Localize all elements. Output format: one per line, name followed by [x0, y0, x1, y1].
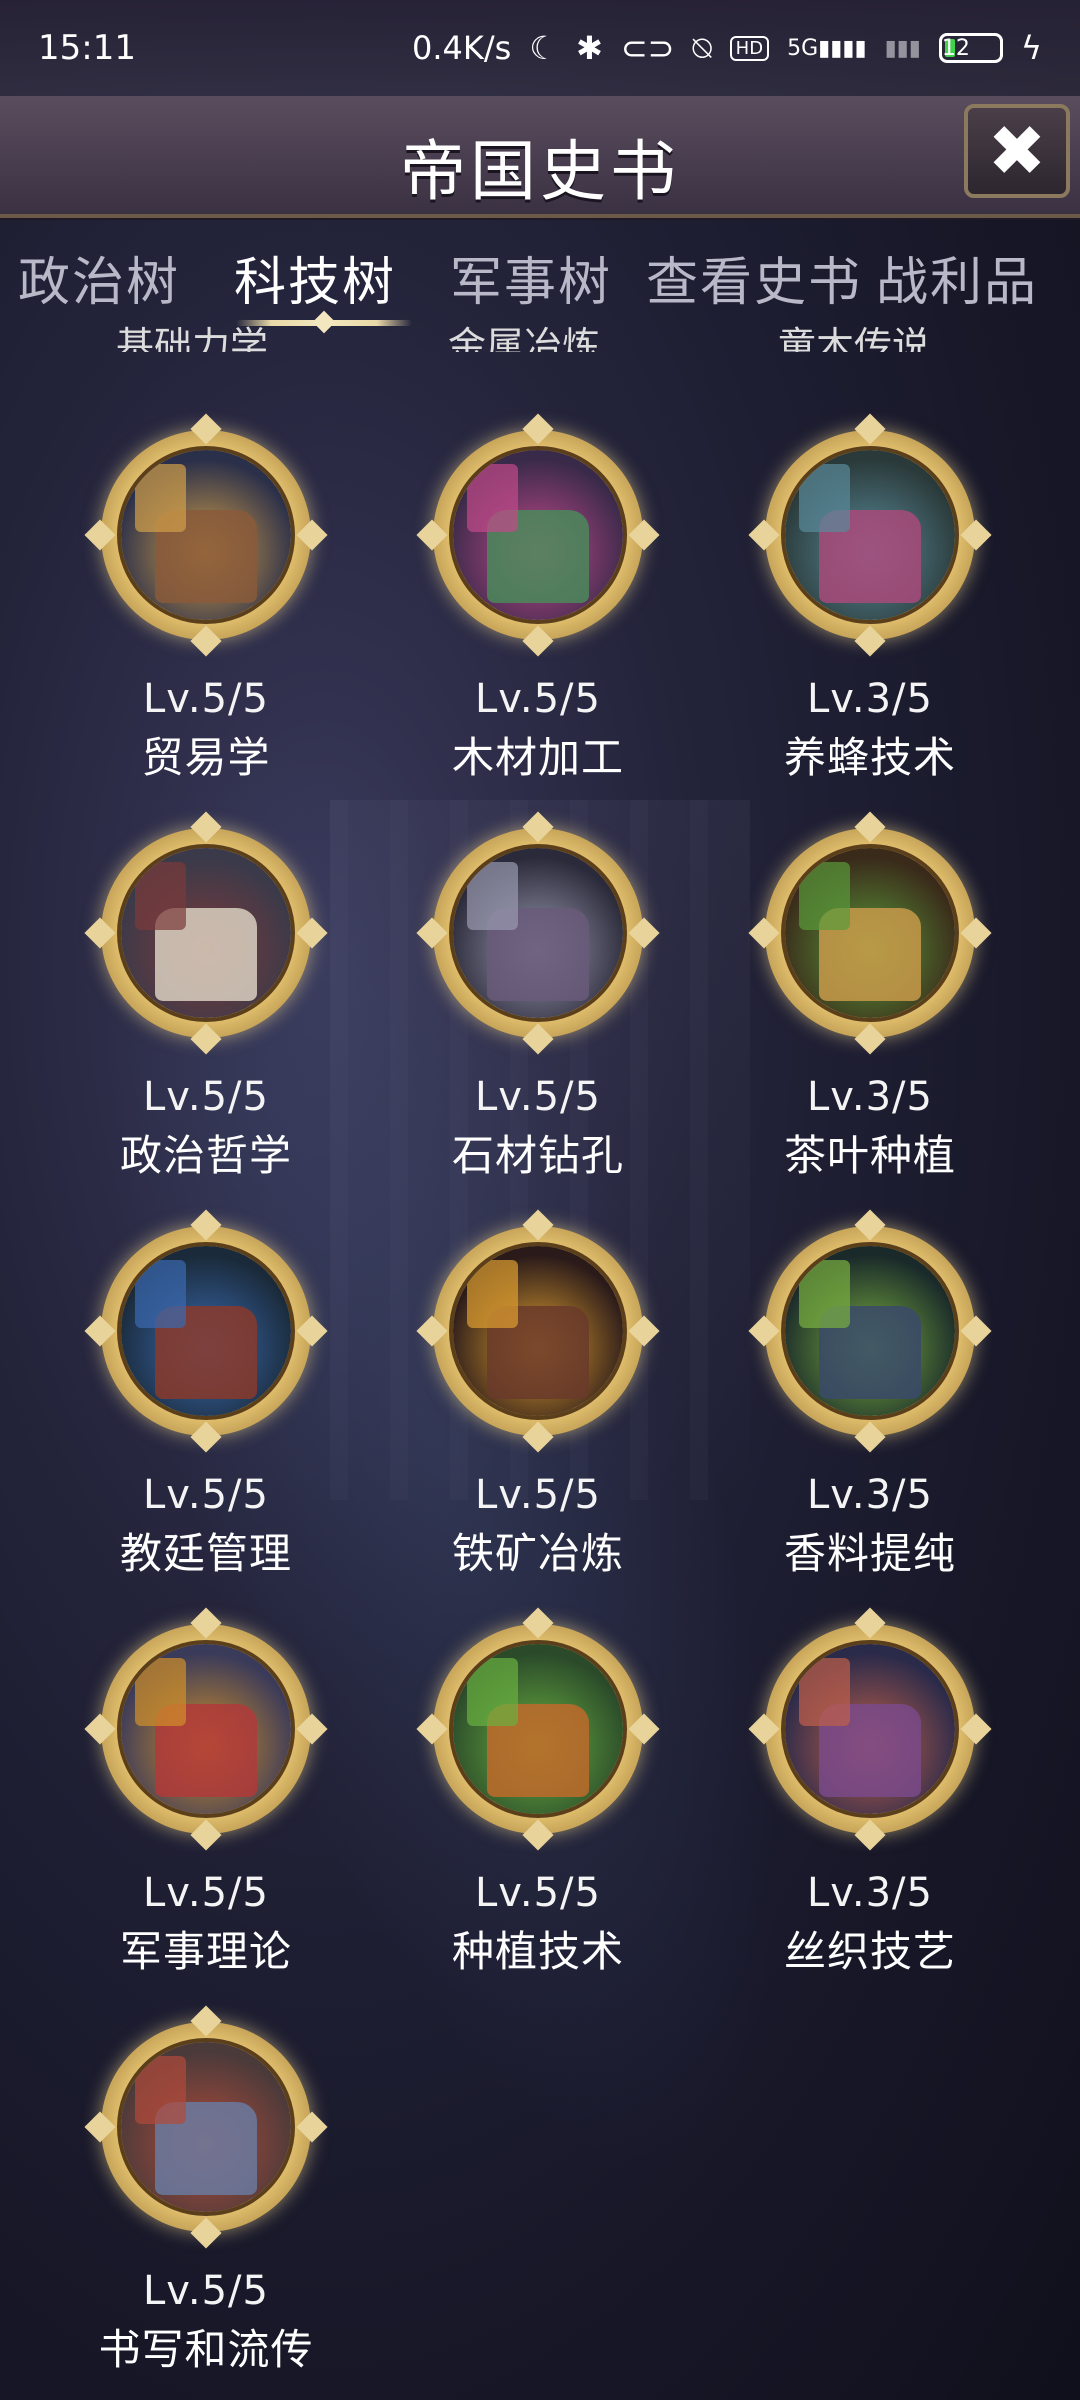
tab-view-history[interactable]: 查看史书 [646, 240, 862, 315]
skill-icon[interactable] [748, 1607, 992, 1851]
skill-icon[interactable] [84, 413, 328, 657]
charging-icon: ϟ [1020, 29, 1042, 67]
battery-icon: 12 [938, 33, 1003, 63]
skill-name: 军事理论 [119, 1927, 292, 1976]
skill-name: 石材钻孔 [451, 1131, 624, 1180]
skill-name: 养蜂技术 [783, 733, 956, 782]
status-time: 15:11 [38, 28, 136, 68]
skill-level: Lv.5/5 [475, 1074, 601, 1120]
tab-politics-tree[interactable]: 政治树 [18, 240, 180, 315]
skill-icon[interactable] [416, 1607, 660, 1851]
skill-level: Lv.5/5 [475, 1870, 601, 1916]
skill-level: Lv.5/5 [475, 676, 601, 722]
skill-name: 茶叶种植 [783, 1131, 956, 1180]
skill-icon[interactable] [416, 413, 660, 657]
page-title: 帝国史书 [400, 133, 680, 210]
skill-icon[interactable] [416, 1209, 660, 1453]
skill-artwork [781, 446, 959, 624]
header-bar: 帝国史书 ✖ [0, 96, 1080, 218]
skill-artwork [117, 844, 295, 1022]
skill-level: Lv.3/5 [807, 1472, 933, 1518]
moon-icon: ☾ [529, 29, 559, 67]
skill-card[interactable]: Lv.3/5 养蜂技术 [720, 413, 1020, 785]
status-bar: 15:11 0.4K/s ☾ ✱ ⊂⊃ ⍉ HD 5G▮▮▮▮ ▮▮▮ 12 ϟ [0, 0, 1080, 96]
partial-skill-label: 童木传说 [778, 324, 931, 352]
skill-level: Lv.5/5 [143, 1074, 269, 1120]
skill-artwork [117, 2038, 295, 2216]
mute-icon: ⍉ [692, 28, 712, 67]
status-icons: 0.4K/s ☾ ✱ ⊂⊃ ⍉ HD 5G▮▮▮▮ ▮▮▮ 12 ϟ [412, 29, 1042, 68]
signal-icon: 5G▮▮▮▮ [787, 35, 867, 61]
skill-level: Lv.5/5 [475, 1472, 601, 1518]
skill-icon[interactable] [748, 1209, 992, 1453]
skill-icon[interactable] [416, 811, 660, 1055]
battery-level: 12 [941, 36, 970, 61]
partial-skill-label: 金属冶炼 [448, 324, 601, 352]
skill-artwork [117, 446, 295, 624]
hd-icon: HD [729, 35, 770, 61]
tab-military-tree[interactable]: 军事树 [450, 240, 612, 315]
skill-artwork [449, 1242, 627, 1420]
skill-card[interactable]: Lv.5/5 贸易学 [56, 413, 356, 785]
skill-level: Lv.5/5 [143, 676, 269, 722]
skill-name: 政治哲学 [119, 1131, 292, 1180]
skill-level: Lv.3/5 [807, 1074, 933, 1120]
skill-artwork [449, 446, 627, 624]
skill-card[interactable]: Lv.5/5 政治哲学 [56, 811, 356, 1183]
skill-icon[interactable] [84, 1607, 328, 1851]
skill-artwork [449, 1640, 627, 1818]
skill-name: 教廷管理 [119, 1529, 292, 1578]
skill-icon[interactable] [84, 1209, 328, 1453]
partial-skill-label: 基础力学 [116, 324, 269, 352]
skill-name: 种植技术 [451, 1927, 624, 1976]
skill-icon[interactable] [84, 2005, 328, 2249]
skill-card[interactable]: Lv.5/5 铁矿冶炼 [388, 1209, 688, 1581]
skill-artwork [781, 1242, 959, 1420]
skill-name: 铁矿冶炼 [451, 1529, 624, 1578]
skill-artwork [117, 1640, 295, 1818]
skill-card[interactable]: Lv.3/5 香料提纯 [720, 1209, 1020, 1581]
net-speed: 0.4K/s [412, 29, 512, 67]
skill-card[interactable]: Lv.3/5 丝织技艺 [720, 1607, 1020, 1979]
skill-card[interactable]: Lv.5/5 军事理论 [56, 1607, 356, 1979]
skill-name: 香料提纯 [783, 1529, 956, 1578]
skill-artwork [117, 1242, 295, 1420]
close-icon: ✖ [987, 110, 1047, 192]
bluetooth-icon: ✱ [576, 29, 603, 67]
skill-name: 书写和流传 [98, 2325, 314, 2374]
link-icon: ⊂⊃ [620, 29, 675, 67]
close-button[interactable]: ✖ [964, 104, 1070, 198]
skill-artwork [781, 1640, 959, 1818]
skill-card[interactable]: Lv.5/5 种植技术 [388, 1607, 688, 1979]
skill-name: 木材加工 [451, 733, 624, 782]
tab-bar: 政治树 科技树 军事树 查看史书 战利品 [0, 232, 1080, 334]
skill-level: Lv.3/5 [807, 1870, 933, 1916]
skill-card[interactable]: Lv.5/5 教廷管理 [56, 1209, 356, 1581]
skill-icon[interactable] [748, 811, 992, 1055]
tab-trophies[interactable]: 战利品 [876, 240, 1038, 315]
signal-secondary-icon: ▮▮▮ [884, 35, 921, 61]
skill-level: Lv.5/5 [143, 1870, 269, 1916]
skill-card[interactable]: Lv.5/5 书写和流传 [56, 2005, 356, 2377]
skill-card[interactable]: Lv.5/5 木材加工 [388, 413, 688, 785]
skill-level: Lv.3/5 [807, 676, 933, 722]
skill-level: Lv.5/5 [143, 2268, 269, 2314]
skill-card[interactable]: Lv.3/5 茶叶种植 [720, 811, 1020, 1183]
skill-icon[interactable] [748, 413, 992, 657]
skill-artwork [781, 844, 959, 1022]
skill-icon[interactable] [84, 811, 328, 1055]
skill-artwork [449, 844, 627, 1022]
tab-tech-tree[interactable]: 科技树 [234, 240, 396, 315]
skill-level: Lv.5/5 [143, 1472, 269, 1518]
skill-card[interactable]: Lv.5/5 石材钻孔 [388, 811, 688, 1183]
skill-name: 丝织技艺 [783, 1927, 956, 1976]
skill-name: 贸易学 [141, 733, 271, 782]
